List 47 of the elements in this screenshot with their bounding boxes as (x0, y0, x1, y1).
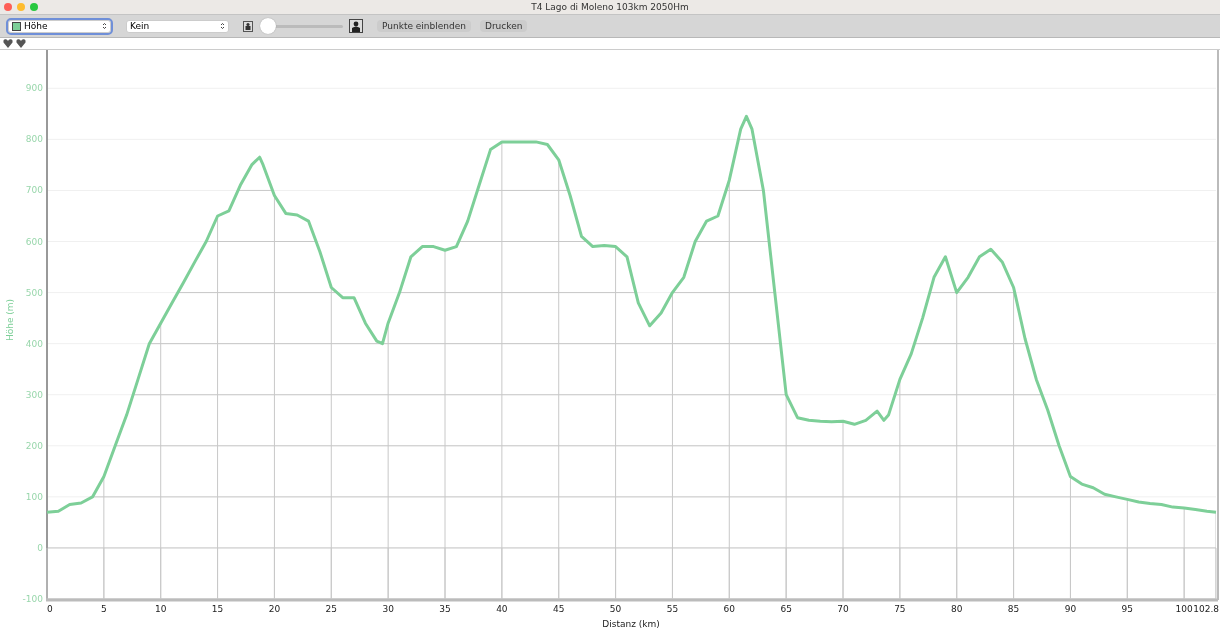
chevron-icon (220, 22, 225, 30)
x-tick-label: 35 (439, 604, 451, 614)
zoom-button[interactable] (30, 3, 38, 11)
y-tick-label: 400 (25, 338, 43, 349)
y-tick-label: 100 (25, 491, 43, 502)
toolbar-button[interactable]: Punkte einblenden (377, 20, 471, 32)
zoom-in-icon (349, 19, 363, 33)
x-tick-label: 95 (1121, 604, 1134, 614)
x-tick-label: 25 (325, 604, 337, 614)
x-tick-label: 15 (211, 604, 224, 614)
y-tick-label: -100 (22, 594, 43, 604)
x-tick-label: 5 (101, 604, 107, 614)
y-tick-label: 200 (25, 440, 43, 451)
x-axis-title: Distanz (km) (602, 619, 660, 629)
y-tick-label: 500 (25, 287, 43, 298)
y-tick-label: 700 (25, 185, 43, 196)
x-tick-label: 80 (951, 604, 963, 614)
compare-select[interactable]: Kein (126, 19, 229, 33)
chevron-icon (102, 22, 107, 30)
y-tick-label: 900 (25, 83, 43, 94)
y-tick-label: 600 (25, 236, 43, 247)
x-tick-label: 85 (1007, 604, 1020, 614)
x-tick-label: 60 (723, 604, 735, 614)
y-tick-label: 0 (37, 542, 43, 553)
minimize-button[interactable] (17, 3, 25, 11)
x-tick-label: 75 (894, 604, 906, 614)
y-tick-label: 800 (25, 134, 43, 145)
window-title: T4 Lago di Moleno 103km 2050Hm (531, 2, 689, 12)
x-tick-label: 100 (1175, 604, 1193, 614)
x-tick-label: 20 (268, 604, 281, 614)
y-tick-label: 300 (25, 389, 43, 400)
toolbar-button[interactable]: Drucken (479, 20, 528, 32)
x-tick-label: 102.8 (1193, 604, 1219, 614)
x-tick-label: 90 (1064, 604, 1077, 614)
x-tick-label: 70 (837, 604, 849, 614)
x-tick-label: 55 (666, 604, 679, 614)
x-tick-label: 45 (553, 604, 565, 614)
x-tick-label: 50 (609, 604, 622, 614)
x-tick-label: 30 (382, 604, 394, 614)
y-axis-title: Höhe (m) (5, 298, 15, 342)
series-select[interactable]: Höhe (8, 19, 111, 33)
x-tick-label: 65 (780, 604, 792, 614)
zoom-out-icon (243, 20, 253, 32)
x-tick-label: 0 (47, 604, 53, 614)
close-button[interactable] (4, 3, 12, 11)
x-tick-label: 10 (155, 604, 167, 614)
x-tick-label: 40 (496, 604, 508, 614)
